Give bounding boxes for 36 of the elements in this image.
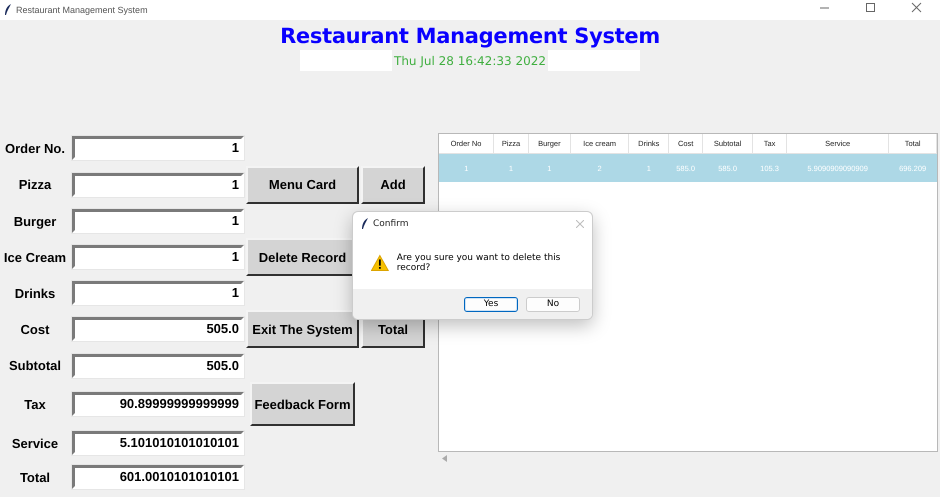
input-field[interactable]: 5.101010101010101 <box>72 431 244 455</box>
feather-icon <box>361 218 369 230</box>
field-label: Subtotal <box>9 358 61 373</box>
field-label: Order No. <box>5 140 65 156</box>
field-label: Drinks <box>14 286 56 300</box>
action-button[interactable]: Feedback Form <box>250 382 355 426</box>
dialog-title: Confirm <box>373 219 410 229</box>
dialog-message: Are you sure you want to delete this record? <box>396 252 562 272</box>
action-button[interactable]: Exit The System <box>246 310 359 348</box>
close-icon[interactable] <box>576 220 584 228</box>
app-title: Restaurant Management System <box>280 24 660 48</box>
input-field[interactable]: 505.0 <box>72 317 244 341</box>
input-field[interactable]: 1 <box>72 172 244 196</box>
scroll-left-icon[interactable] <box>442 455 447 462</box>
input-field[interactable]: 505.0 <box>72 354 244 378</box>
field-label: Tax <box>24 396 46 412</box>
feather-icon <box>4 4 12 16</box>
input-field[interactable]: 1 <box>72 245 244 269</box>
field-label: Burger <box>14 214 56 228</box>
field-label: Ice Cream <box>4 250 66 264</box>
field-label: Service <box>12 436 58 450</box>
field-label: Total <box>20 470 50 484</box>
input-field[interactable]: 601.0010101010101 <box>72 465 244 489</box>
clock-label: Thu Jul 28 16:42:33 2022 <box>393 54 547 68</box>
input-field[interactable]: 1 <box>72 136 244 160</box>
input-field[interactable]: 90.89999999999999 <box>72 392 244 416</box>
input-field[interactable]: 1 <box>72 209 244 233</box>
action-button[interactable]: Add <box>361 166 425 204</box>
dialog-button[interactable]: No <box>526 296 580 312</box>
field-label: Pizza <box>18 177 52 192</box>
input-field[interactable]: 1 <box>72 281 244 305</box>
warning-icon <box>371 254 389 272</box>
dialog-button[interactable]: Yes <box>464 296 518 312</box>
action-button[interactable]: Menu Card <box>246 166 359 204</box>
field-label: Cost <box>20 322 50 336</box>
window-title: Restaurant Management System <box>16 5 149 15</box>
